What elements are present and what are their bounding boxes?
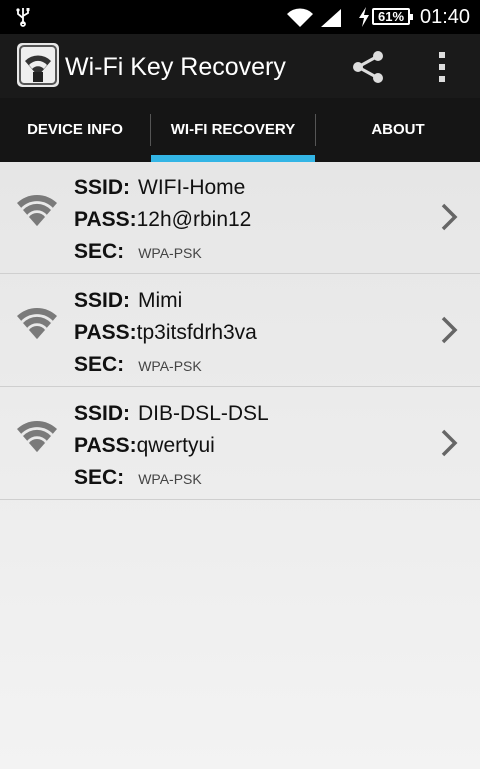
network-row[interactable]: SSID: WIFI-Home PASS:12h@rbin12 SEC: WPA-P… [0, 162, 480, 274]
sec-value: WPA-PSK [138, 358, 202, 374]
ssid-value: DIB-DSL-DSL [138, 402, 269, 425]
pass-value: 12h@rbin12 [136, 208, 252, 231]
sec-label: SEC: [74, 353, 125, 376]
pass-label: PASS: [74, 434, 137, 457]
wifi-signal-icon [17, 195, 57, 226]
share-icon[interactable] [348, 48, 388, 86]
chevron-right-icon[interactable] [438, 315, 460, 345]
network-list: SSID: WIFI-Home PASS:12h@rbin12 SEC: WPA-P… [0, 162, 480, 769]
pass-line: PASS:12h@rbin12 [74, 208, 251, 232]
ssid-line: SSID: Mimi [74, 289, 182, 313]
sec-label: SEC: [74, 240, 125, 263]
tab-wifi-recovery[interactable]: WI-FI RECOVERY [151, 98, 315, 162]
pass-label: PASS: [74, 208, 137, 231]
pass-line: PASS:qwertyui [74, 434, 215, 458]
overflow-menu-icon[interactable] [428, 48, 456, 86]
battery-level: 61% [377, 9, 405, 24]
app-logo-icon[interactable] [17, 43, 59, 87]
ssid-line: SSID: WIFI-Home [74, 176, 245, 200]
app-title: Wi-Fi Key Recovery [65, 53, 286, 81]
signal-icon [321, 9, 341, 27]
pass-label: PASS: [74, 321, 137, 344]
charging-icon [359, 7, 369, 27]
ssid-label: SSID: [74, 289, 131, 312]
status-clock: 01:40 [420, 6, 471, 28]
battery-icon: 61% [372, 8, 413, 25]
wifi-signal-icon [17, 421, 57, 452]
ssid-value: Mimi [138, 289, 183, 312]
wifi-signal-icon [17, 308, 57, 339]
sec-value: WPA-PSK [138, 245, 202, 261]
tab-about[interactable]: ABOUT [316, 98, 480, 162]
action-bar: Wi-Fi Key Recovery [0, 34, 480, 98]
tab-device-info[interactable]: DEVICE INFO [0, 98, 150, 162]
ssid-value: WIFI-Home [138, 176, 246, 199]
sec-line: SEC: WPA-PSK [74, 466, 202, 490]
selected-tab-indicator [151, 155, 315, 162]
ssid-line: SSID: DIB-DSL-DSL [74, 402, 269, 426]
ssid-label: SSID: [74, 176, 131, 199]
chevron-right-icon[interactable] [438, 202, 460, 232]
tab-bar: DEVICE INFO WI-FI RECOVERY ABOUT [0, 98, 480, 162]
ssid-label: SSID: [74, 402, 131, 425]
sec-value: WPA-PSK [138, 471, 202, 487]
sec-line: SEC: WPA-PSK [74, 240, 202, 264]
network-row[interactable]: SSID: Mimi PASS:tp3itsfdrh3va SEC: WPA-PSK [0, 275, 480, 387]
pass-value: qwertyui [136, 434, 215, 457]
pass-line: PASS:tp3itsfdrh3va [74, 321, 257, 345]
status-bar: 61% 01:40 [0, 0, 480, 34]
chevron-right-icon[interactable] [438, 428, 460, 458]
wifi-icon [287, 8, 313, 27]
sec-line: SEC: WPA-PSK [74, 353, 202, 377]
network-row[interactable]: SSID: DIB-DSL-DSL PASS:qwertyui SEC: WPA-P… [0, 388, 480, 500]
pass-value: tp3itsfdrh3va [136, 321, 257, 344]
usb-icon [16, 8, 30, 27]
sec-label: SEC: [74, 466, 125, 489]
